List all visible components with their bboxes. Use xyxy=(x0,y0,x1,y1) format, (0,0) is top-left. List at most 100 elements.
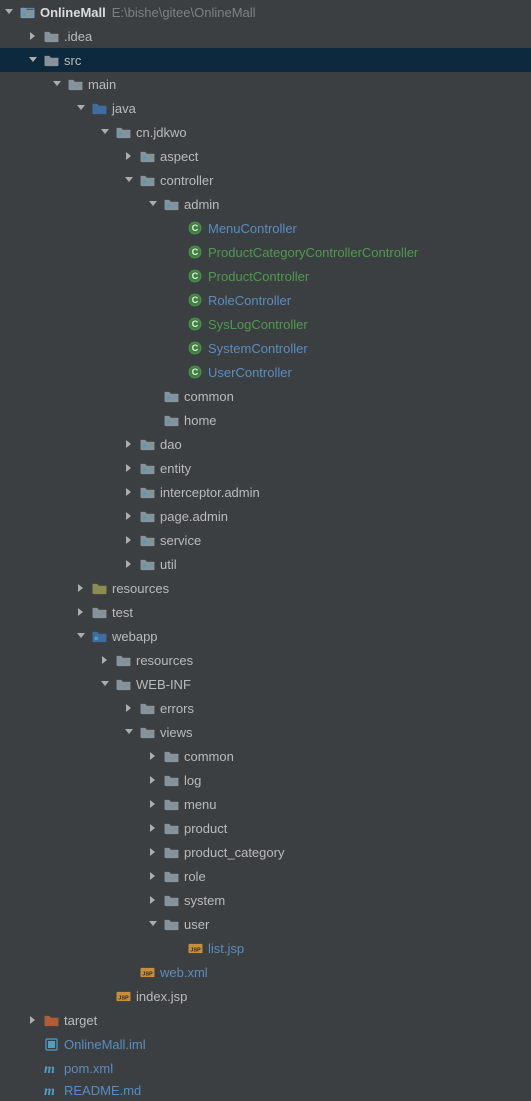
expand-arrow-right-icon[interactable] xyxy=(144,795,162,813)
node-label: SysLogController xyxy=(208,317,314,332)
node-label: errors xyxy=(160,701,200,716)
folder-src[interactable]: src xyxy=(0,48,531,72)
expand-arrow-right-icon[interactable] xyxy=(120,555,138,573)
class-rolecontroller[interactable]: RoleController xyxy=(0,288,531,312)
expand-arrow-right-icon[interactable] xyxy=(144,771,162,789)
expand-arrow-down-icon[interactable] xyxy=(144,195,162,213)
expand-arrow-right-icon[interactable] xyxy=(120,147,138,165)
expand-arrow-right-icon[interactable] xyxy=(144,843,162,861)
folder-views-role[interactable]: role xyxy=(0,864,531,888)
expand-arrow-right-icon[interactable] xyxy=(120,459,138,477)
file-iml[interactable]: OnlineMall.iml xyxy=(0,1032,531,1056)
folder-views-user[interactable]: user xyxy=(0,912,531,936)
pkg-interceptor-admin[interactable]: interceptor.admin xyxy=(0,480,531,504)
folder-grey-icon xyxy=(162,915,180,933)
expand-arrow-right-icon[interactable] xyxy=(144,867,162,885)
expand-arrow-down-icon[interactable] xyxy=(120,171,138,189)
node-label: ProductController xyxy=(208,269,315,284)
file-readme[interactable]: README.md xyxy=(0,1080,531,1100)
source-root-icon xyxy=(90,99,108,117)
expand-arrow-right-icon[interactable] xyxy=(72,579,90,597)
folder-views-log[interactable]: log xyxy=(0,768,531,792)
node-label: user xyxy=(184,917,215,932)
node-label: UserController xyxy=(208,365,298,380)
expand-arrow-down-icon[interactable] xyxy=(24,51,42,69)
expand-arrow-right-icon[interactable] xyxy=(120,435,138,453)
class-productcontroller[interactable]: ProductController xyxy=(0,264,531,288)
expand-arrow-right-icon[interactable] xyxy=(144,747,162,765)
folder-test[interactable]: test xyxy=(0,600,531,624)
folder-web-inf[interactable]: WEB-INF xyxy=(0,672,531,696)
folder-grey-icon xyxy=(42,51,60,69)
file-list-jsp[interactable]: list.jsp xyxy=(0,936,531,960)
node-label: page.admin xyxy=(160,509,234,524)
folder-grey-icon xyxy=(42,27,60,45)
folder-idea[interactable]: .idea xyxy=(0,24,531,48)
class-systemcontroller[interactable]: SystemController xyxy=(0,336,531,360)
expand-arrow-down-icon[interactable] xyxy=(144,915,162,933)
folder-views-menu[interactable]: menu xyxy=(0,792,531,816)
class-menucontroller[interactable]: MenuController xyxy=(0,216,531,240)
expand-arrow-right-icon[interactable] xyxy=(120,507,138,525)
class-syslogcontroller[interactable]: SysLogController xyxy=(0,312,531,336)
pkg-common[interactable]: common xyxy=(0,384,531,408)
class-productcategory[interactable]: ProductCategoryControllerController xyxy=(0,240,531,264)
file-pom[interactable]: pom.xml xyxy=(0,1056,531,1080)
node-label: WEB-INF xyxy=(136,677,197,692)
expand-arrow-down-icon[interactable] xyxy=(48,75,66,93)
pkg-service[interactable]: service xyxy=(0,528,531,552)
file-web-xml[interactable]: web.xml xyxy=(0,960,531,984)
node-label: .idea xyxy=(64,29,98,44)
expand-arrow-right-icon[interactable] xyxy=(72,603,90,621)
folder-java[interactable]: java xyxy=(0,96,531,120)
expand-arrow-down-icon[interactable] xyxy=(72,99,90,117)
expand-arrow-right-icon[interactable] xyxy=(24,1011,42,1029)
expand-arrow-down-icon[interactable] xyxy=(72,627,90,645)
node-label: webapp xyxy=(112,629,164,644)
class-icon xyxy=(186,267,204,285)
pkg-util[interactable]: util xyxy=(0,552,531,576)
expand-arrow-down-icon[interactable] xyxy=(96,123,114,141)
expand-arrow-down-icon[interactable] xyxy=(96,675,114,693)
folder-views-system[interactable]: system xyxy=(0,888,531,912)
folder-views[interactable]: views xyxy=(0,720,531,744)
node-label: common xyxy=(184,389,240,404)
project-tree[interactable]: OnlineMallE:\bishe\gitee\OnlineMall .idea… xyxy=(0,0,531,1100)
pkg-admin[interactable]: admin xyxy=(0,192,531,216)
node-label: OnlineMall.iml xyxy=(64,1037,152,1052)
pkg-aspect[interactable]: aspect xyxy=(0,144,531,168)
pkg-home[interactable]: home xyxy=(0,408,531,432)
folder-views-product-category[interactable]: product_category xyxy=(0,840,531,864)
class-usercontroller[interactable]: UserController xyxy=(0,360,531,384)
node-label: menu xyxy=(184,797,223,812)
pkg-page-admin[interactable]: page.admin xyxy=(0,504,531,528)
expand-arrow-right-icon[interactable] xyxy=(120,531,138,549)
expand-arrow-down-icon[interactable] xyxy=(120,723,138,741)
expand-arrow-right-icon[interactable] xyxy=(96,651,114,669)
iml-icon xyxy=(42,1035,60,1053)
folder-errors[interactable]: errors xyxy=(0,696,531,720)
folder-grey-icon xyxy=(66,75,84,93)
node-label: system xyxy=(184,893,231,908)
node-label: ProductCategoryControllerController xyxy=(208,245,424,260)
expand-arrow-right-icon[interactable] xyxy=(144,819,162,837)
expand-arrow-right-icon[interactable] xyxy=(120,483,138,501)
pkg-dao[interactable]: dao xyxy=(0,432,531,456)
expand-arrow-right-icon[interactable] xyxy=(120,699,138,717)
expand-arrow-down-icon[interactable] xyxy=(0,3,18,21)
file-index-jsp[interactable]: index.jsp xyxy=(0,984,531,1008)
expand-arrow-right-icon[interactable] xyxy=(144,891,162,909)
expand-arrow-right-icon[interactable] xyxy=(24,27,42,45)
folder-webapp[interactable]: webapp xyxy=(0,624,531,648)
folder-target[interactable]: target xyxy=(0,1008,531,1032)
pkg-cn-jdkwo[interactable]: cn.jdkwo xyxy=(0,120,531,144)
project-root[interactable]: OnlineMallE:\bishe\gitee\OnlineMall xyxy=(0,0,531,24)
folder-views-common[interactable]: common xyxy=(0,744,531,768)
folder-views-product[interactable]: product xyxy=(0,816,531,840)
folder-resources-main[interactable]: resources xyxy=(0,576,531,600)
folder-grey-icon xyxy=(162,843,180,861)
folder-webapp-resources[interactable]: resources xyxy=(0,648,531,672)
pkg-controller[interactable]: controller xyxy=(0,168,531,192)
pkg-entity[interactable]: entity xyxy=(0,456,531,480)
folder-main[interactable]: main xyxy=(0,72,531,96)
